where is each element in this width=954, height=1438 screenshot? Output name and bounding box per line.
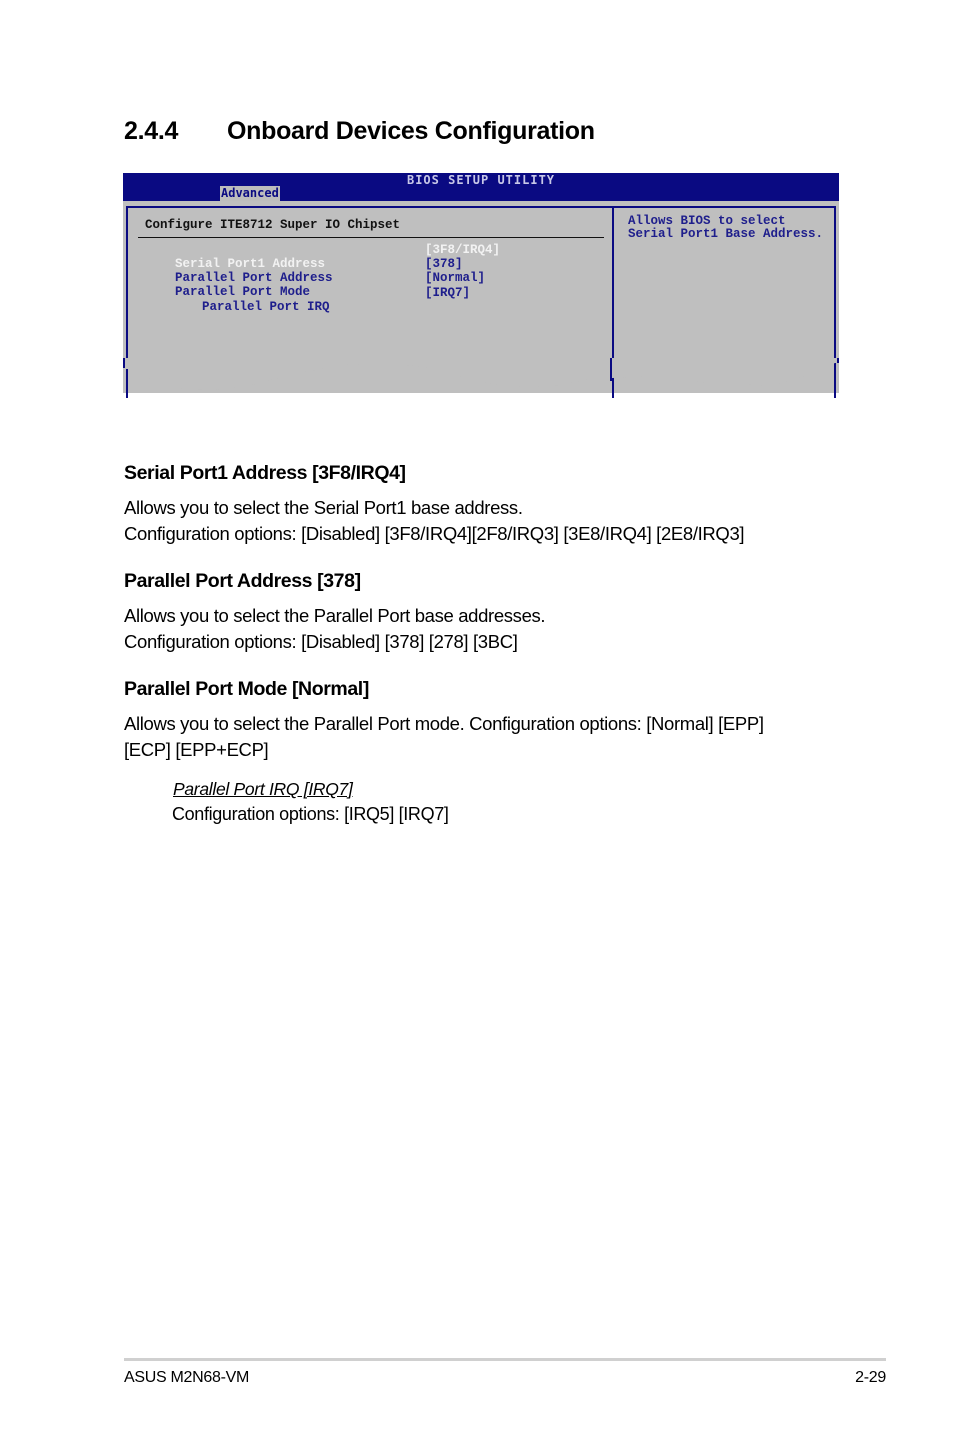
serial-port1-options: Configuration options: [Disabled] [3F8/I… [124, 523, 745, 544]
parallel-port-address-heading: Parallel Port Address [378] [124, 570, 361, 592]
parallel-port-mode-description: Allows you to select the Parallel Port m… [124, 713, 764, 734]
bios-item-value: [Normal] [425, 271, 486, 285]
parallel-port-irq-heading: Parallel Port IRQ [IRQ7] [173, 779, 353, 799]
bios-divider [138, 237, 604, 238]
serial-port1-heading: Serial Port1 Address [3F8/IRQ4] [124, 462, 406, 484]
footer-product-name: ASUS M2N68-VM [124, 1369, 250, 1386]
parallel-port-mode-heading: Parallel Port Mode [Normal] [124, 678, 369, 700]
bios-item-value: [3F8/IRQ4] [425, 243, 501, 257]
footer-page-number: 2-29 [855, 1369, 886, 1386]
parallel-port-address-options: Configuration options: [Disabled] [378] … [124, 631, 518, 652]
bios-item-value: [IRQ7] [425, 286, 471, 300]
bios-config-title: Configure ITE8712 Super IO Chipset [145, 218, 401, 232]
bios-item-label: Parallel Port IRQ [202, 300, 330, 315]
bios-item-parallel-port-irq[interactable]: Parallel Port IRQ [IRQ7] [145, 286, 470, 343]
parallel-port-address-description: Allows you to select the Parallel Port b… [124, 605, 546, 626]
parallel-port-irq-options: Configuration options: [IRQ5] [IRQ7] [172, 804, 449, 824]
footer-divider [124, 1358, 886, 1361]
torn-edge-decoration [123, 358, 839, 390]
parallel-port-mode-options: [ECP] [EPP+ECP] [124, 739, 269, 760]
bios-title: BIOS SETUP UTILITY [406, 173, 556, 187]
serial-port1-description: Allows you to select the Serial Port1 ba… [124, 497, 523, 518]
section-number: 2.4.4 [124, 117, 179, 145]
bios-title-bar: BIOS SETUP UTILITY Advanced [123, 173, 839, 201]
section-title: Onboard Devices Configuration [227, 117, 595, 145]
bios-screenshot: BIOS SETUP UTILITY Advanced Configure IT… [123, 173, 839, 398]
section-heading: 2.4.4 Onboard Devices Configuration [124, 117, 595, 146]
bios-help-text: Allows BIOS to select Serial Port1 Base … [628, 214, 824, 241]
bios-item-value: [378] [425, 257, 463, 271]
bios-tab-advanced[interactable]: Advanced [220, 186, 280, 201]
